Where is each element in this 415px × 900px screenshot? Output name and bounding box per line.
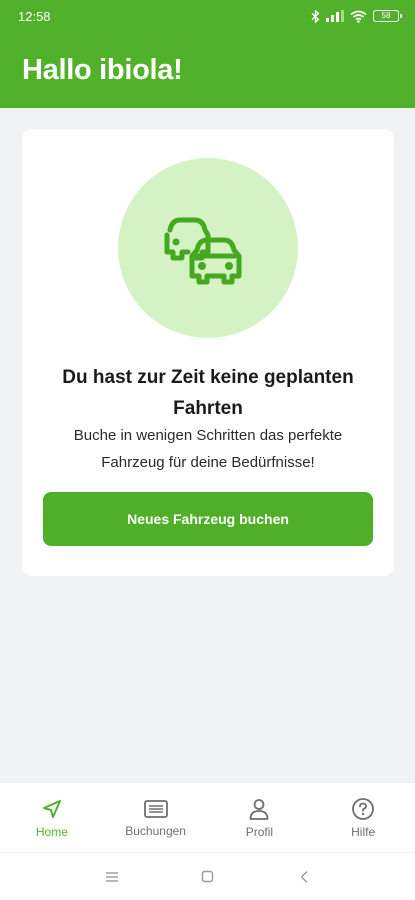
menu-icon: [105, 871, 118, 882]
menu-button[interactable]: [100, 865, 124, 889]
status-time: 12:58: [18, 8, 51, 24]
nav-item-bookings[interactable]: Buchungen: [104, 783, 208, 852]
bluetooth-icon: [311, 9, 320, 23]
book-vehicle-button[interactable]: Neues Fahrzeug buchen: [43, 492, 373, 546]
nav-item-profile[interactable]: Profil: [208, 783, 312, 852]
navigation-arrow-icon: [42, 799, 61, 818]
person-icon: [249, 798, 269, 820]
cars-illustration: [118, 158, 298, 338]
square-icon: [201, 870, 214, 883]
app-header: Hallo ibiola!: [0, 32, 415, 108]
back-system-button[interactable]: [292, 865, 316, 889]
back-chevron-icon: [300, 870, 307, 883]
empty-state-text: Buche in wenigen Schritten das perfekte …: [73, 427, 343, 471]
nav-label-profile: Profil: [245, 824, 274, 839]
empty-state-card: Du hast zur Zeit keine geplanten Fahrten…: [22, 129, 394, 576]
system-navigation-bar: [0, 852, 415, 900]
help-icon: [352, 797, 375, 820]
nav-label-bookings: Buchungen: [125, 823, 186, 838]
nav-label-help: Hilfe: [351, 824, 376, 839]
bottom-navigation: Home Buchungen Profil Hilfe: [0, 782, 415, 852]
home-system-button[interactable]: [196, 865, 220, 889]
list-icon: [143, 799, 168, 818]
cars-icon: [164, 217, 242, 285]
nav-item-home[interactable]: Home: [0, 783, 104, 852]
wifi-icon: [350, 10, 367, 23]
battery-icon: 58: [373, 10, 402, 22]
battery-level: 58: [381, 11, 391, 20]
status-bar: 12:58 58: [0, 0, 415, 32]
signal-icon: [326, 10, 344, 22]
empty-state-title: Du hast zur Zeit keine geplanten Fahrten: [62, 367, 354, 419]
status-icons: 58: [311, 9, 402, 23]
greeting-title: Hallo ibiola!: [22, 53, 183, 86]
nav-label-home: Home: [35, 824, 68, 839]
nav-item-help[interactable]: Hilfe: [311, 783, 415, 852]
